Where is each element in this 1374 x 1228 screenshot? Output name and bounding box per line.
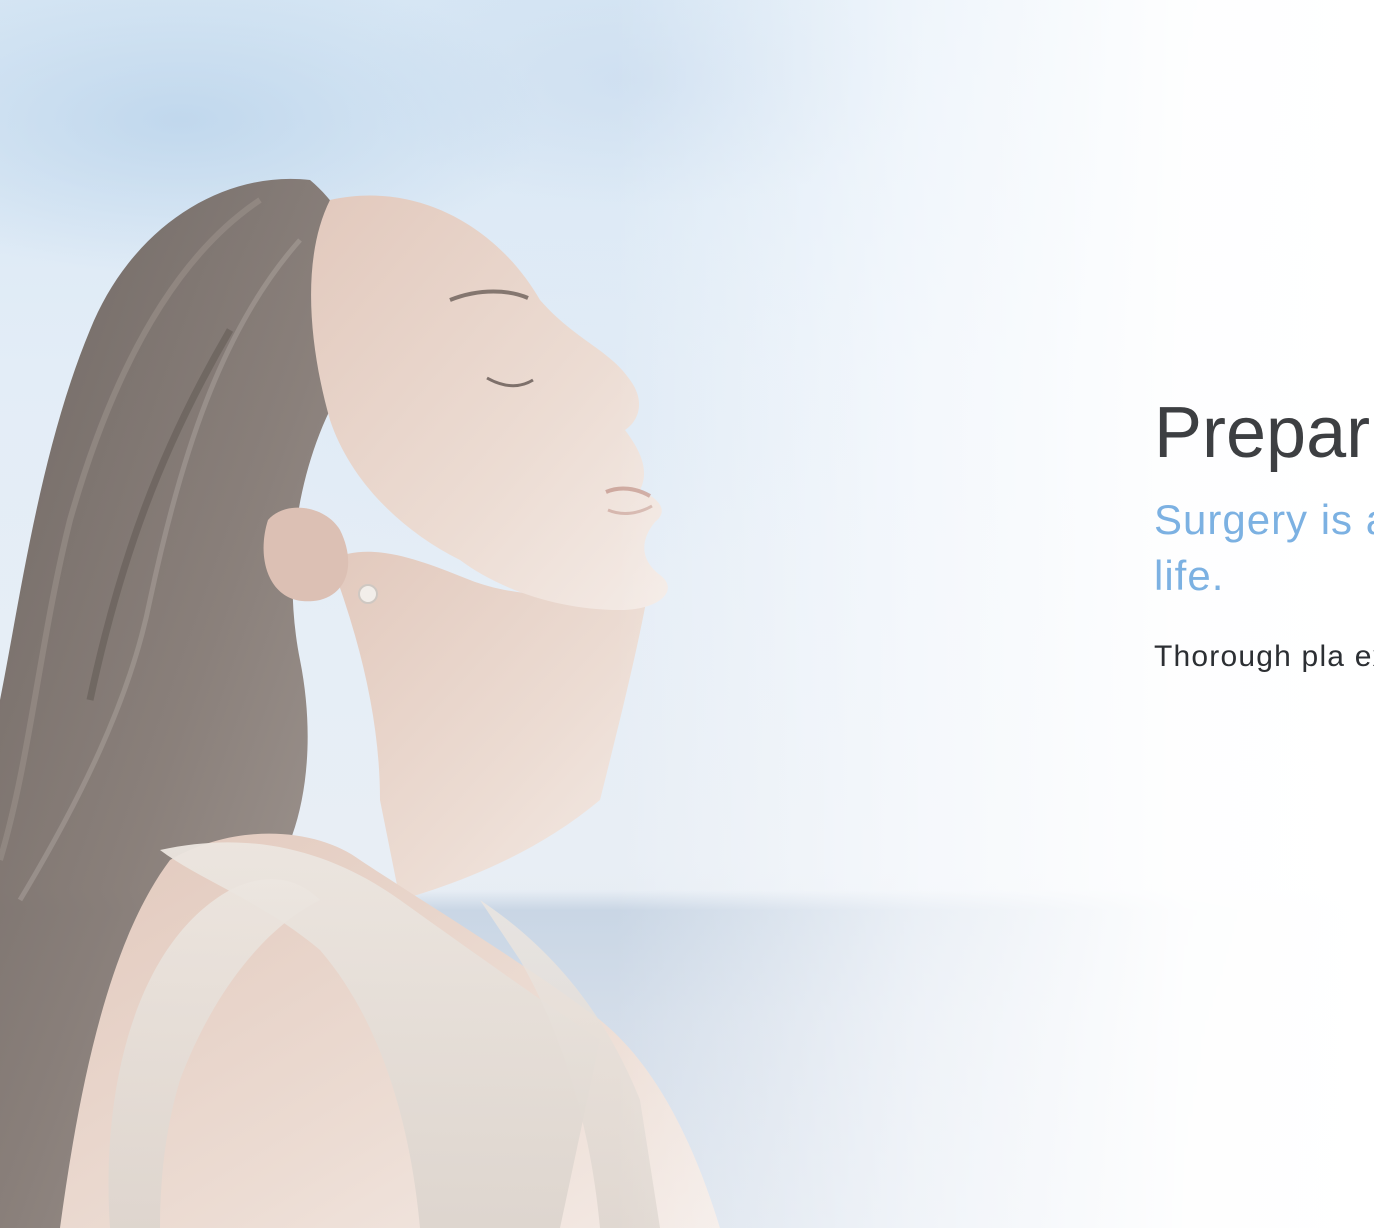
hero-title: Prepar xyxy=(1154,393,1371,473)
hero-content: Prepar Surgery is a short tim your life.… xyxy=(1154,388,1374,679)
hero-section: Prepar Surgery is a short tim your life.… xyxy=(0,0,1374,1228)
hero-body-text: Thorough pla experience is your expecta xyxy=(1154,640,1374,673)
hero-subtitle: Surgery is a short tim your life. xyxy=(1154,496,1374,599)
